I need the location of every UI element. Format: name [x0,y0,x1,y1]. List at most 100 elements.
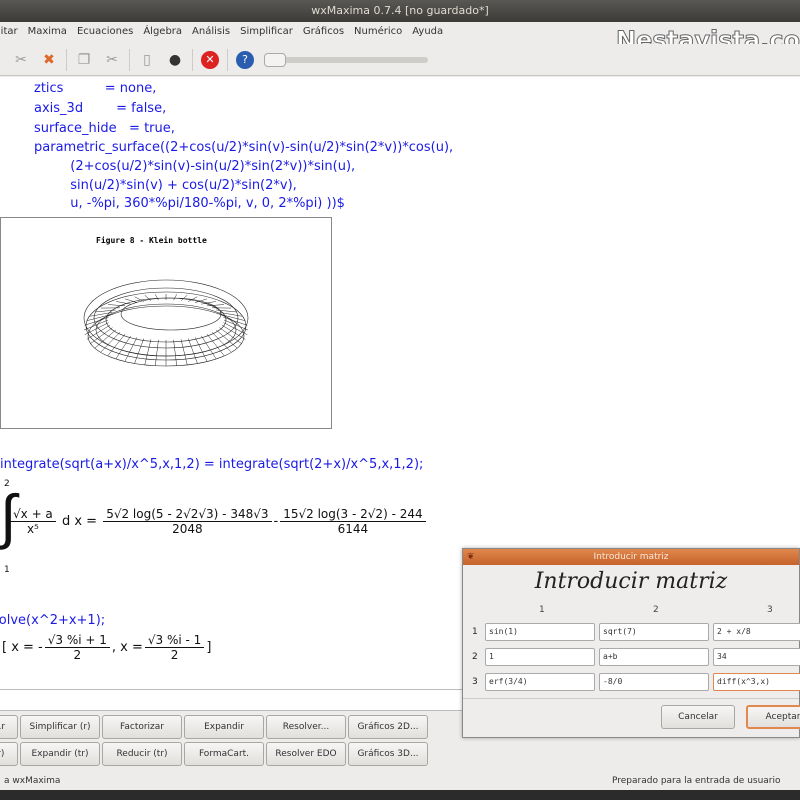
reducir-tr-button[interactable]: Reducir (tr) [102,742,182,766]
dialog-title: Introducir matriz [593,552,669,562]
mesh-line [155,339,159,366]
menu-editar[interactable]: Editar [0,22,18,42]
plot-title: Figure 8 - Klein bottle [96,236,207,245]
help-icon[interactable]: ? [234,49,256,71]
animation-slider[interactable] [264,52,428,67]
matrix-cell[interactable]: 1 [485,648,595,666]
copy-icon[interactable]: ❐ [73,49,95,71]
row-header: 3 [472,677,478,687]
row-header: 2 [472,652,478,662]
status-right: Preparado para la entrada de usuario [612,776,781,786]
column-header: 1 [539,605,545,615]
solve-input: solve(x^2+x+1); [0,613,106,628]
matrix-cell[interactable]: erf(3/4) [485,673,595,691]
root2-denominator: 2 [170,648,179,662]
resolver-edo-button[interactable]: Resolver EDO [266,742,346,766]
matrix-cell[interactable]: sqrt(7) [599,623,709,641]
status-bar: a wxMaxima Preparado para la entrada de … [0,772,800,790]
menu-numerico[interactable]: Numérico [354,22,402,42]
integral-lower-limit: 1 [4,565,10,575]
integrand-numerator: √x + a [10,507,56,522]
scissors-icon[interactable]: ✂ [101,49,123,71]
slider-knob[interactable] [264,52,286,67]
toolbar: ✂ ✖ ❐ ✂ ▯ ● ✕ ? [0,44,800,76]
mesh-line [180,295,188,301]
menu-maxima[interactable]: Maxima [28,22,67,42]
fraction1-numerator: 5√2 log(5 - 2√2√3) - 348√3 [103,507,272,522]
separator [192,48,193,71]
menu-algebra[interactable]: Álgebra [143,22,182,42]
window-title: wxMaxima 0.7.4 [no guardado*] [311,4,489,17]
column-header: 3 [767,605,773,615]
menu-ayuda[interactable]: Ayuda [412,22,443,42]
expandir-tr-button[interactable]: Expandir (tr) [20,742,100,766]
fraction1-denominator: 2048 [172,522,203,536]
dx-label: d x = [61,514,98,529]
menu-analisis[interactable]: Análisis [192,22,230,42]
code-line: axis_3d = false, [34,101,167,116]
formacart-button[interactable]: FormaCart. [184,742,264,766]
binoculars-icon[interactable]: ● [164,49,186,71]
mesh-line [216,309,238,313]
integrate-output: √x + a x⁵ d x = 5√2 log(5 - 2√2√3) - 348√… [8,507,428,536]
matrix-cell[interactable]: diff(x^3,x) [713,673,800,691]
graficos-2d-button[interactable]: Gráficos 2D... [348,715,428,739]
simplificar-button[interactable]: Simplificar (r) [20,715,100,739]
row-header: 1 [472,627,478,637]
expandir-button[interactable]: Expandir [184,715,264,739]
mesh-line [134,338,145,364]
cut-icon[interactable]: ✂ [10,49,32,71]
matrix-cell[interactable]: sin(1) [485,623,595,641]
mesh-line [187,338,198,364]
solve-separator: , x = [111,640,143,655]
integrate-input: integrate(sqrt(a+x)/x^5,x,1,2) = integra… [0,457,424,472]
mesh-line [94,309,116,313]
mesh-line [144,339,152,365]
separator [129,48,130,71]
tools-icon[interactable]: ✖ [38,49,60,71]
button-r[interactable]: ...r [0,715,18,739]
title-bar: wxMaxima 0.7.4 [no guardado*] [0,0,800,22]
code-line: ztics = none, [34,81,157,96]
mesh-line [173,339,177,366]
introducir-matriz-dialog: ❦ Introducir matriz Introducir matriz 1 … [462,548,800,738]
mesh-line [155,294,159,301]
matrix-cell[interactable]: a+b [599,648,709,666]
matrix-cell[interactable]: -8/0 [599,673,709,691]
code-line: (2+cos(u/2)*sin(v)-sin(u/2)*sin(2*v))*si… [0,159,356,174]
resolver-button[interactable]: Resolver... [266,715,346,739]
menu-graficos[interactable]: Gráficos [303,22,344,42]
solve-close: ] [206,640,212,655]
cancel-button[interactable]: Cancelar [661,705,735,729]
status-left: a wxMaxima [4,776,61,786]
stop-icon[interactable]: ✕ [199,49,221,71]
fraction2-denominator: 6144 [337,522,369,536]
integrand-denominator: x⁵ [26,522,39,536]
menu-simplificar[interactable]: Simplificar [240,22,293,42]
mesh-line [173,294,177,301]
bottom-edge [0,790,800,800]
menu-ecuaciones[interactable]: Ecuaciones [77,22,133,42]
factorizar-button[interactable]: Factorizar [102,715,182,739]
root1-denominator: 2 [73,648,82,662]
divider [463,698,799,699]
matrix-cell[interactable]: 34 [713,648,800,666]
graficos-3d-button[interactable]: Gráficos 3D... [348,742,428,766]
solve-open: [ x = - [2,640,43,655]
root1-numerator: √3 %i + 1 [44,633,110,648]
code-line: surface_hide = true, [34,121,175,136]
fraction2-numerator: 15√2 log(3 - 2√2) - 244 [280,507,426,522]
code-line: parametric_surface((2+cos(u/2)*sin(v)-si… [34,140,454,155]
root2-numerator: √3 %i - 1 [144,633,205,648]
dialog-title-bar[interactable]: ❦ Introducir matriz [463,549,799,565]
separator [227,48,228,71]
dialog-heading: Introducir matriz [534,569,728,594]
accept-button[interactable]: Aceptar [746,705,800,729]
klein-bottle-plot: Figure 8 - Klein bottle [0,217,332,429]
page-icon[interactable]: ▯ [136,49,158,71]
separator [66,48,67,71]
mesh-line [180,339,188,365]
code-line: sin(u/2)*sin(v) + cos(u/2)*sin(2*v), [0,178,297,193]
button-tr[interactable]: (r) [0,742,18,766]
matrix-cell[interactable]: 2 + x/8 [713,623,800,641]
